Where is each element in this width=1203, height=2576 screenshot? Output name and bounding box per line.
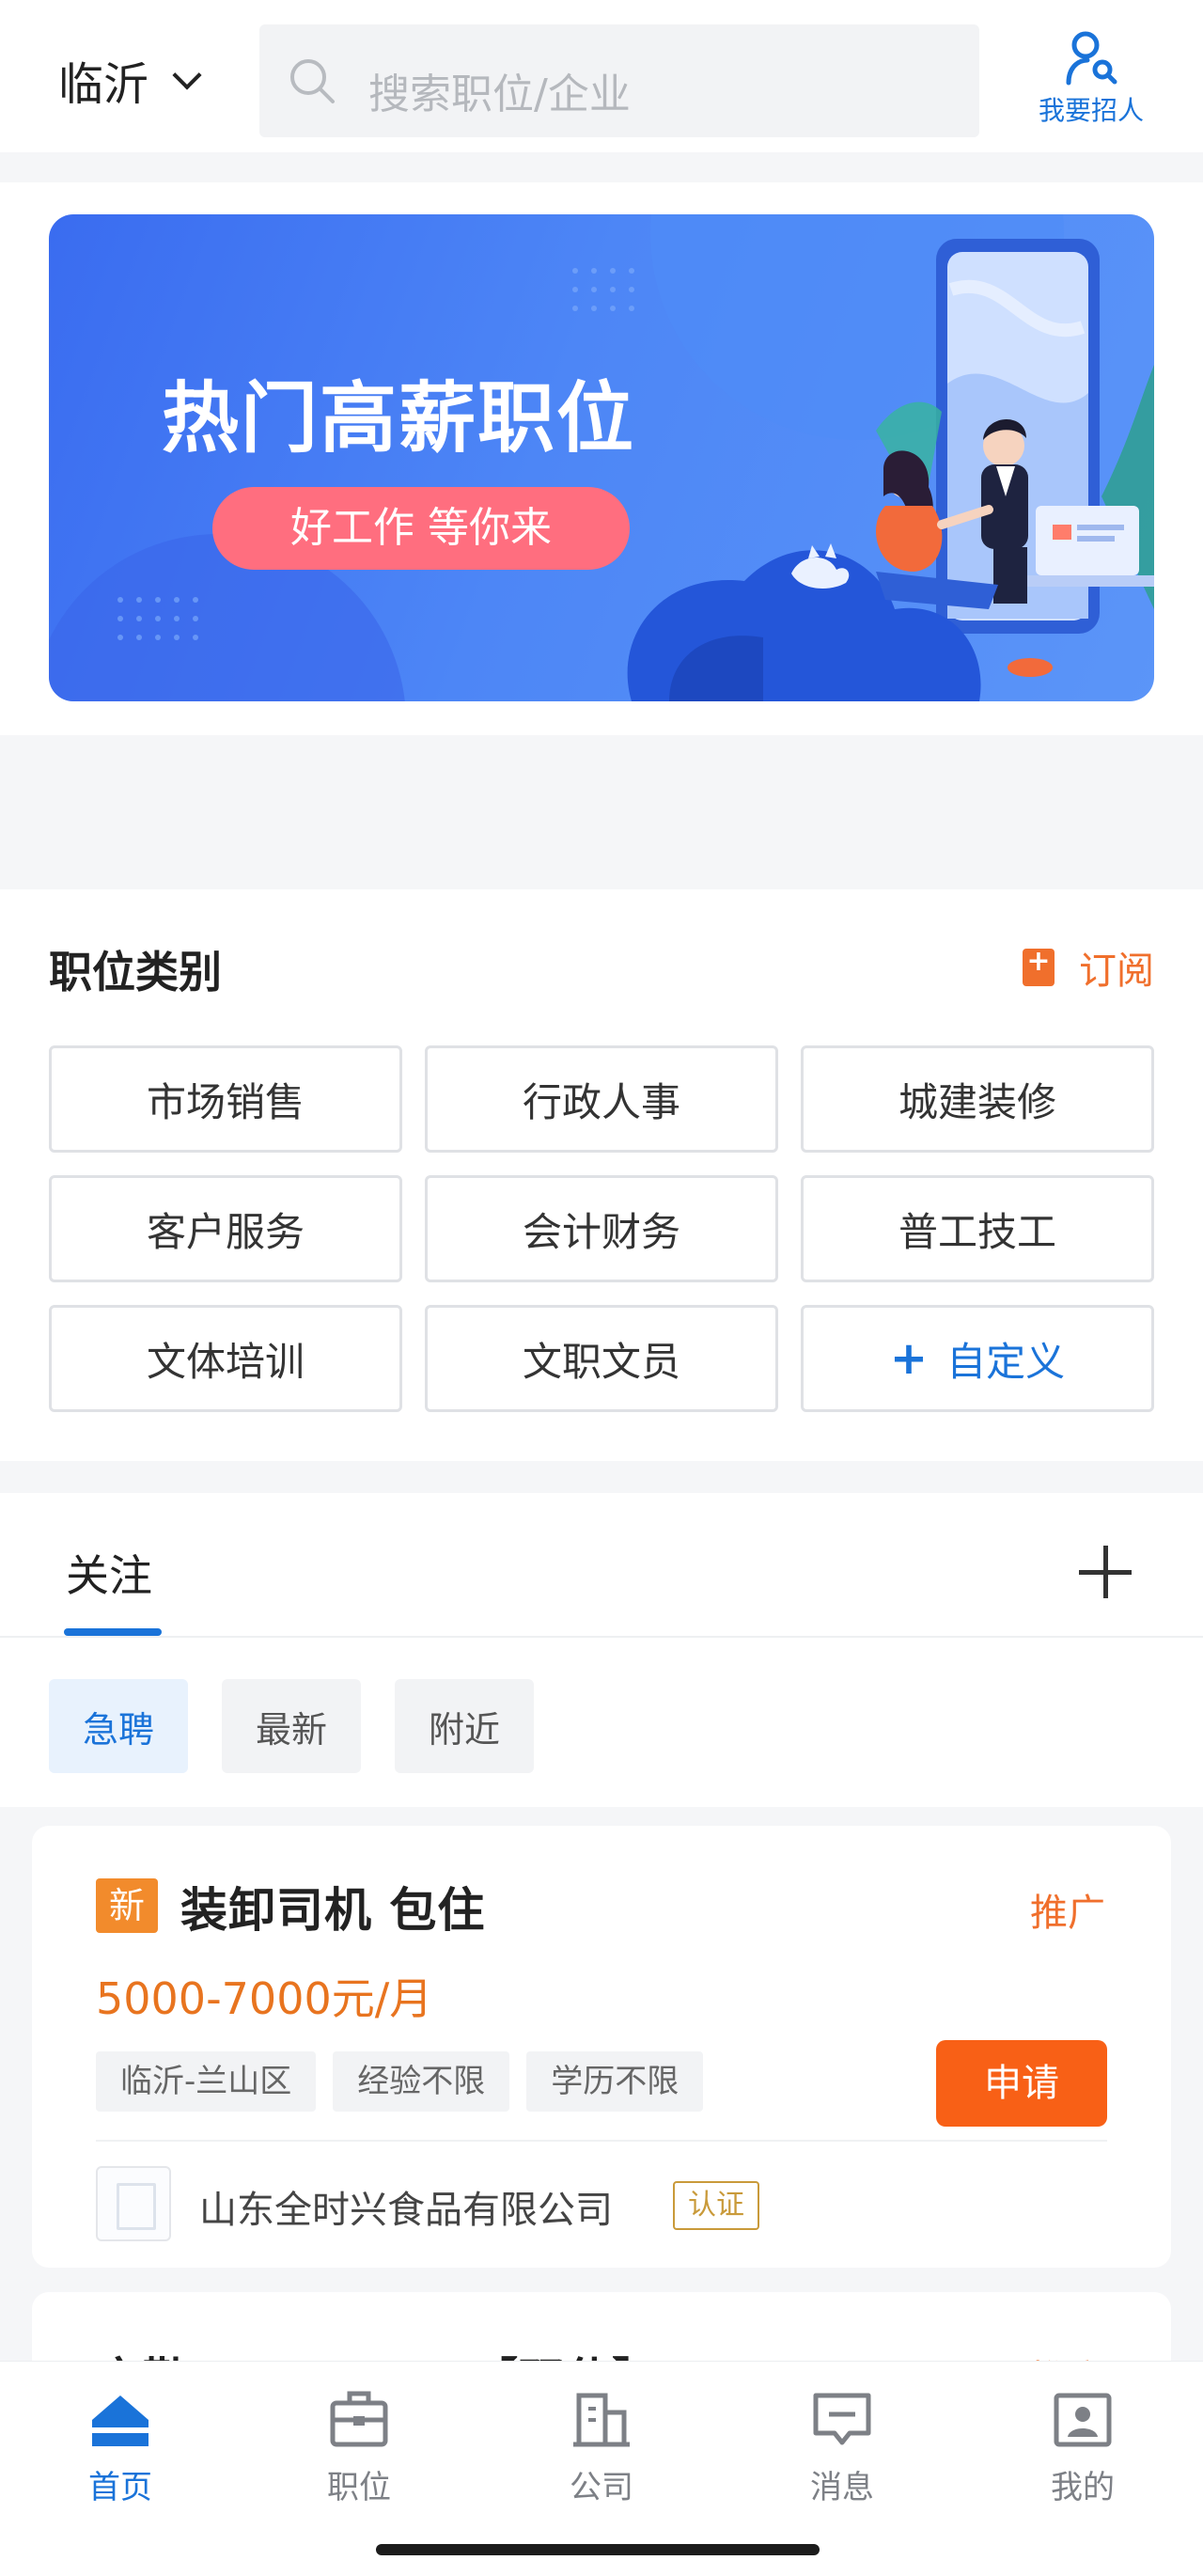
category-item[interactable]: 客户服务 xyxy=(49,1175,402,1282)
tag-education: 学历不限 xyxy=(526,2051,704,2112)
search-placeholder: 搜索职位/企业 xyxy=(368,71,631,118)
custom-label: 自定义 xyxy=(946,1338,1066,1385)
filter-nearby[interactable]: 附近 xyxy=(395,1679,534,1773)
message-icon xyxy=(813,2393,871,2445)
recruiter-icon xyxy=(1066,31,1117,86)
tab-jobs[interactable]: 职位 xyxy=(284,2386,434,2507)
home-indicator xyxy=(376,2544,820,2555)
top-header: 临沂 搜索职位/企业 我要招人 xyxy=(0,0,1203,152)
new-badge: 新 xyxy=(96,1878,158,1933)
banner-subtitle-pill: 好工作 等你来 xyxy=(212,487,630,570)
tab-follow[interactable]: 关注 xyxy=(66,1542,152,1604)
bookmark-icon xyxy=(1023,945,1055,986)
apply-button[interactable]: 申请 xyxy=(936,2040,1107,2127)
tab-label: 我的 xyxy=(1051,2469,1115,2506)
tab-label: 消息 xyxy=(810,2469,874,2506)
category-item[interactable]: 市场销售 xyxy=(49,1045,402,1153)
category-item[interactable]: 行政人事 xyxy=(425,1045,778,1153)
tab-indicator xyxy=(64,1628,162,1636)
tag-location: 临沂-兰山区 xyxy=(96,2051,317,2112)
section-title: 职位类别 xyxy=(49,947,222,997)
filter-urgent[interactable]: 急聘 xyxy=(49,1679,188,1773)
custom-category-button[interactable]: + 自定义 xyxy=(801,1305,1154,1412)
banner-title: 热门高薪职位 xyxy=(162,374,636,463)
tag-experience: 经验不限 xyxy=(333,2051,510,2112)
job-title: 装卸司机 包住 xyxy=(180,1883,486,1938)
add-follow-icon[interactable] xyxy=(1079,1546,1132,1598)
subscribe-label: 订阅 xyxy=(1079,950,1154,993)
city-label: 临沂 xyxy=(58,58,149,111)
category-item[interactable]: 文体培训 xyxy=(49,1305,402,1412)
building-icon xyxy=(573,2393,630,2447)
tab-home[interactable]: 首页 xyxy=(45,2386,195,2507)
company-name[interactable]: 山东全时兴食品有限公司 xyxy=(199,2179,613,2234)
category-item[interactable]: 文职文员 xyxy=(425,1305,778,1412)
job-category-section: 职位类别 订阅 市场销售 行政人事 城建装修 客户服务 会计财务 普工技工 文体… xyxy=(0,889,1203,1461)
search-bar[interactable]: 搜索职位/企业 xyxy=(259,24,979,137)
promo-label: 推广 xyxy=(1030,1892,1105,1935)
tab-messages[interactable]: 消息 xyxy=(767,2386,917,2507)
job-tags: 临沂-兰山区 经验不限 学历不限 xyxy=(96,2051,704,2112)
app-page: 临沂 搜索职位/企业 我要招人 热门高薪职位 好工作 等你来 职位类别 + 订阅… xyxy=(0,0,1203,2576)
company-logo xyxy=(96,2166,171,2241)
category-item[interactable]: 会计财务 xyxy=(425,1175,778,1282)
tab-label: 首页 xyxy=(88,2469,152,2506)
job-card[interactable]: 新 装卸司机 包住 推广 5000-7000元/月 临沂-兰山区 经验不限 学历… xyxy=(32,1826,1171,2268)
banner-section: 热门高薪职位 好工作 等你来 xyxy=(0,182,1203,735)
divider xyxy=(96,2140,1107,2142)
certified-badge: 认证 xyxy=(673,2181,759,2230)
tab-profile[interactable]: 我的 xyxy=(1008,2386,1158,2507)
category-item[interactable]: 普工技工 xyxy=(801,1175,1154,1282)
follow-section: 关注 急聘 最新 附近 xyxy=(0,1493,1203,1807)
home-icon xyxy=(92,2395,148,2446)
filter-newest[interactable]: 最新 xyxy=(222,1679,361,1773)
tab-label: 公司 xyxy=(570,2469,633,2506)
divider xyxy=(0,1636,1203,1638)
search-icon xyxy=(290,59,335,103)
category-grid: 市场销售 行政人事 城建装修 客户服务 会计财务 普工技工 文体培训 文职文员 … xyxy=(49,1045,1154,1412)
promo-banner[interactable]: 热门高薪职位 好工作 等你来 xyxy=(49,214,1154,701)
plus-icon: + xyxy=(889,1332,929,1385)
profile-icon xyxy=(1054,2393,1112,2447)
chevron-down-icon xyxy=(172,60,202,90)
tab-company[interactable]: 公司 xyxy=(526,2386,677,2507)
job-salary: 5000-7000元/月 xyxy=(96,1973,433,2024)
city-selector[interactable]: 临沂 xyxy=(58,47,202,113)
tab-label: 职位 xyxy=(327,2469,391,2506)
filter-chips: 急聘 最新 附近 xyxy=(49,1679,534,1773)
category-item[interactable]: 城建装修 xyxy=(801,1045,1154,1153)
recruit-button[interactable]: 我要招人 xyxy=(1021,28,1162,128)
subscribe-button[interactable]: 订阅 xyxy=(1023,940,1154,995)
briefcase-icon xyxy=(330,2391,388,2447)
recruit-label: 我要招人 xyxy=(1038,95,1144,126)
